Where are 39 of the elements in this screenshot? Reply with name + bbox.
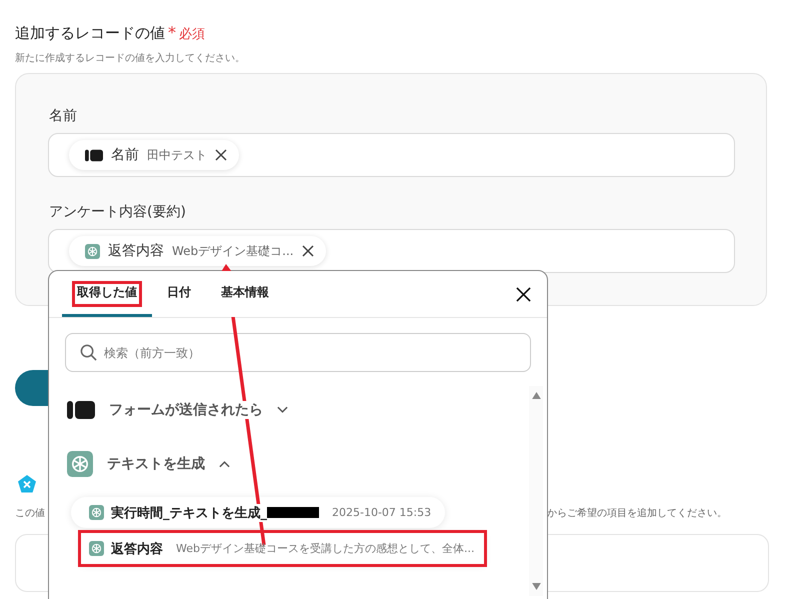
field-label: アンケート内容(要約) [49,203,187,221]
hint-text: この値 [15,507,45,520]
close-icon[interactable] [215,149,227,161]
item-name: 実行時間_テキストを生成_ [111,504,267,522]
item-value: 2025-10-07 15:53 [332,506,432,519]
group-title: フォームが送信されたら [109,401,263,419]
required-label: 必須 [179,26,205,43]
search-field[interactable]: 検索（前方一致） [65,333,531,372]
chip-value: 田中テスト [147,146,207,164]
value-chip[interactable]: 返答内容 Webデザイン基礎コ... [69,236,326,266]
form-logo-icon [85,148,103,162]
value-item[interactable]: 実行時間_テキストを生成_ 2025-10-07 15:53 [71,497,446,528]
close-icon[interactable] [516,287,531,302]
pentagon-badge-icon [17,474,37,494]
group-title: テキストを生成 [107,455,205,473]
chip-name: 名前 [111,146,139,164]
search-icon [80,344,97,361]
section-description: 新たに作成するレコードの値を入力してください。 [15,52,246,65]
knot-logo-icon [67,451,93,477]
input-field[interactable]: 返答内容 Webデザイン基礎コ... [48,229,735,273]
hint-text: からご希望の項目を追加してください。 [547,506,727,520]
scrollbar[interactable] [529,386,543,596]
item-value: Webデザイン基礎コースを受講した方の感想として、全体... [176,541,474,556]
field-label: 名前 [49,107,78,125]
form-logo-icon [67,400,95,420]
scroll-up-icon[interactable] [532,392,540,399]
knot-logo-icon [89,505,104,520]
knot-logo-icon [85,244,100,258]
scroll-down-icon[interactable] [532,583,540,590]
required-asterisk: * [168,23,176,42]
knot-logo-icon [89,541,104,556]
input-field[interactable]: 名前 田中テスト [48,133,735,177]
section-title: 追加するレコードの値 [15,24,165,43]
value-item[interactable]: 返答内容 Webデザイン基礎コースを受講した方の感想として、全体... [81,533,484,564]
item-name: 返答内容 [111,540,163,558]
chip-value: Webデザイン基礎コ... [172,242,294,260]
chip-name: 返答内容 [108,242,164,260]
close-icon[interactable] [302,245,314,257]
value-chip[interactable]: 名前 田中テスト [69,140,239,170]
